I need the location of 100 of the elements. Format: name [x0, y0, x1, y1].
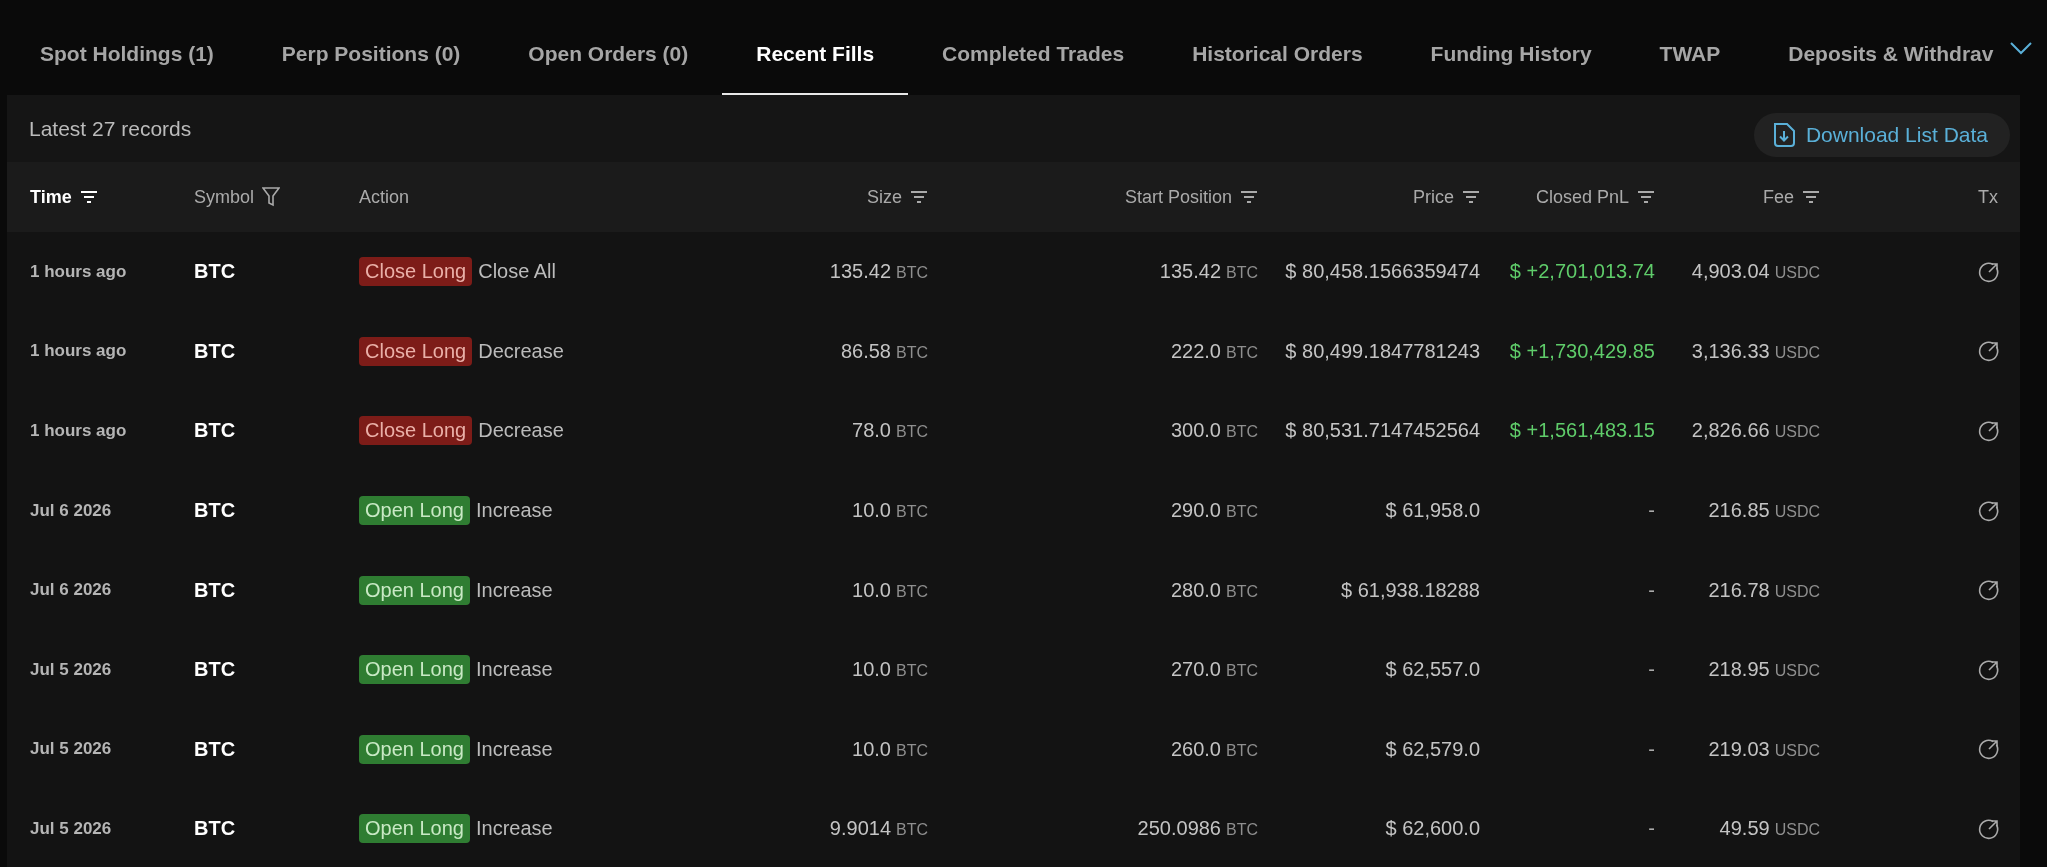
tab[interactable]: Deposits & Withdrav [1754, 0, 1997, 95]
column-header[interactable]: Closed PnL [1535, 186, 1629, 208]
sort-icon[interactable] [1240, 190, 1258, 204]
column-header[interactable]: Action [359, 186, 410, 208]
external-link-icon[interactable] [1978, 817, 2000, 840]
time-cell: 1 hours ago [30, 341, 127, 362]
unit-label: USDC [1774, 741, 1820, 760]
external-link-icon[interactable] [1978, 738, 2000, 761]
record-count: Latest 27 records [29, 116, 192, 141]
unit-label: USDC [1774, 503, 1820, 522]
pnl-cell: - [1648, 658, 1655, 682]
action-badge: Open Long [359, 814, 470, 844]
action-detail: Decrease [478, 419, 564, 443]
sort-icon[interactable] [1802, 190, 1820, 204]
action-detail: Close All [478, 260, 556, 284]
tab[interactable]: Perp Positions (0) [247, 0, 495, 95]
column-header[interactable]: Tx [1978, 186, 1998, 208]
size-value: 135.42 [829, 260, 891, 284]
time-cell: 1 hours ago [30, 261, 127, 282]
unit-label: USDC [1774, 264, 1820, 283]
filter-icon[interactable] [262, 187, 281, 207]
price-cell: $ 62,579.0 [1385, 737, 1480, 761]
start-position-value: 290.0 [1170, 499, 1221, 523]
download-button[interactable]: Download List Data [1753, 112, 2010, 157]
external-link-icon[interactable] [1978, 579, 2000, 602]
pnl-cell: - [1648, 499, 1655, 523]
time-cell: Jul 6 2026 [30, 500, 112, 521]
sort-icon[interactable] [1637, 190, 1655, 204]
column-header[interactable]: Size [867, 186, 902, 208]
size-value: 86.58 [840, 339, 891, 363]
symbol-cell: BTC [194, 817, 236, 841]
price-cell: $ 61,958.0 [1385, 499, 1480, 523]
size-value: 10.0 [852, 578, 891, 602]
symbol-cell: BTC [194, 260, 236, 284]
external-link-icon[interactable] [1978, 420, 2000, 442]
symbol-cell: BTC [194, 419, 236, 443]
column-header[interactable]: Fee [1762, 186, 1794, 208]
external-link-icon[interactable] [1978, 340, 2000, 363]
fee-value: 3,136.33 [1691, 339, 1770, 363]
external-link-icon[interactable] [1978, 658, 2000, 681]
unit-label: BTC [896, 343, 928, 362]
unit-label: BTC [1226, 503, 1258, 522]
column-header[interactable]: Price [1413, 186, 1454, 208]
unit-label: USDC [1774, 423, 1820, 442]
unit-label: BTC [1226, 343, 1258, 362]
tab[interactable]: Completed Trades [908, 0, 1159, 95]
unit-label: BTC [1226, 582, 1258, 601]
column-header[interactable]: Time [30, 186, 72, 208]
unit-label: BTC [896, 423, 928, 442]
price-cell: $ 80,499.1847781243 [1285, 339, 1480, 363]
start-position-value: 270.0 [1170, 658, 1221, 682]
size-value: 10.0 [852, 499, 891, 523]
pnl-cell: - [1648, 578, 1655, 602]
pnl-cell: - [1648, 737, 1655, 761]
size-value: 10.0 [852, 658, 891, 682]
tab[interactable]: TWAP [1625, 0, 1755, 95]
start-position-value: 222.0 [1170, 339, 1221, 363]
size-value: 78.0 [852, 419, 891, 443]
unit-label: BTC [896, 264, 928, 283]
action-badge: Open Long [359, 575, 470, 605]
column-header[interactable]: Start Position [1124, 186, 1232, 208]
price-cell: $ 80,531.7147452564 [1285, 419, 1480, 443]
action-detail: Increase [476, 737, 553, 761]
action-detail: Decrease [478, 339, 564, 363]
unit-label: BTC [1226, 662, 1258, 681]
size-value: 9.9014 [829, 817, 891, 841]
symbol-cell: BTC [194, 658, 236, 682]
pnl-cell: $ +1,561,483.15 [1509, 419, 1655, 443]
pnl-cell: $ +2,701,013.74 [1509, 260, 1655, 284]
price-cell: $ 62,557.0 [1385, 658, 1480, 682]
start-position-value: 135.42 [1159, 260, 1221, 284]
symbol-cell: BTC [194, 339, 236, 363]
fee-value: 2,826.66 [1691, 419, 1770, 443]
unit-label: USDC [1774, 343, 1820, 362]
chevron-down-icon[interactable] [2009, 40, 2033, 55]
sort-icon[interactable] [1462, 190, 1480, 204]
tab[interactable]: Funding History [1396, 0, 1626, 95]
action-badge: Close Long [359, 416, 473, 446]
external-link-icon[interactable] [1978, 499, 2000, 522]
time-cell: 1 hours ago [30, 421, 127, 441]
unit-label: BTC [896, 741, 928, 760]
tab[interactable]: Historical Orders [1158, 0, 1397, 95]
unit-label: BTC [1226, 741, 1258, 760]
unit-label: USDC [1774, 662, 1820, 681]
action-detail: Increase [476, 499, 553, 523]
tab[interactable]: Open Orders (0) [494, 0, 723, 95]
fee-value: 49.59 [1719, 817, 1770, 841]
sort-icon[interactable] [910, 190, 928, 204]
action-detail: Increase [476, 578, 553, 602]
pnl-cell: - [1648, 817, 1655, 841]
symbol-cell: BTC [194, 499, 236, 523]
time-cell: Jul 5 2026 [30, 739, 112, 760]
column-header[interactable]: Symbol [194, 186, 255, 208]
tab[interactable]: Spot Holdings (1) [6, 0, 248, 95]
price-cell: $ 62,600.0 [1385, 817, 1480, 841]
external-link-icon[interactable] [1978, 260, 2000, 283]
price-cell: $ 80,458.1566359474 [1285, 260, 1480, 284]
symbol-cell: BTC [194, 578, 236, 602]
unit-label: BTC [1226, 423, 1258, 442]
action-badge: Close Long [359, 257, 473, 287]
